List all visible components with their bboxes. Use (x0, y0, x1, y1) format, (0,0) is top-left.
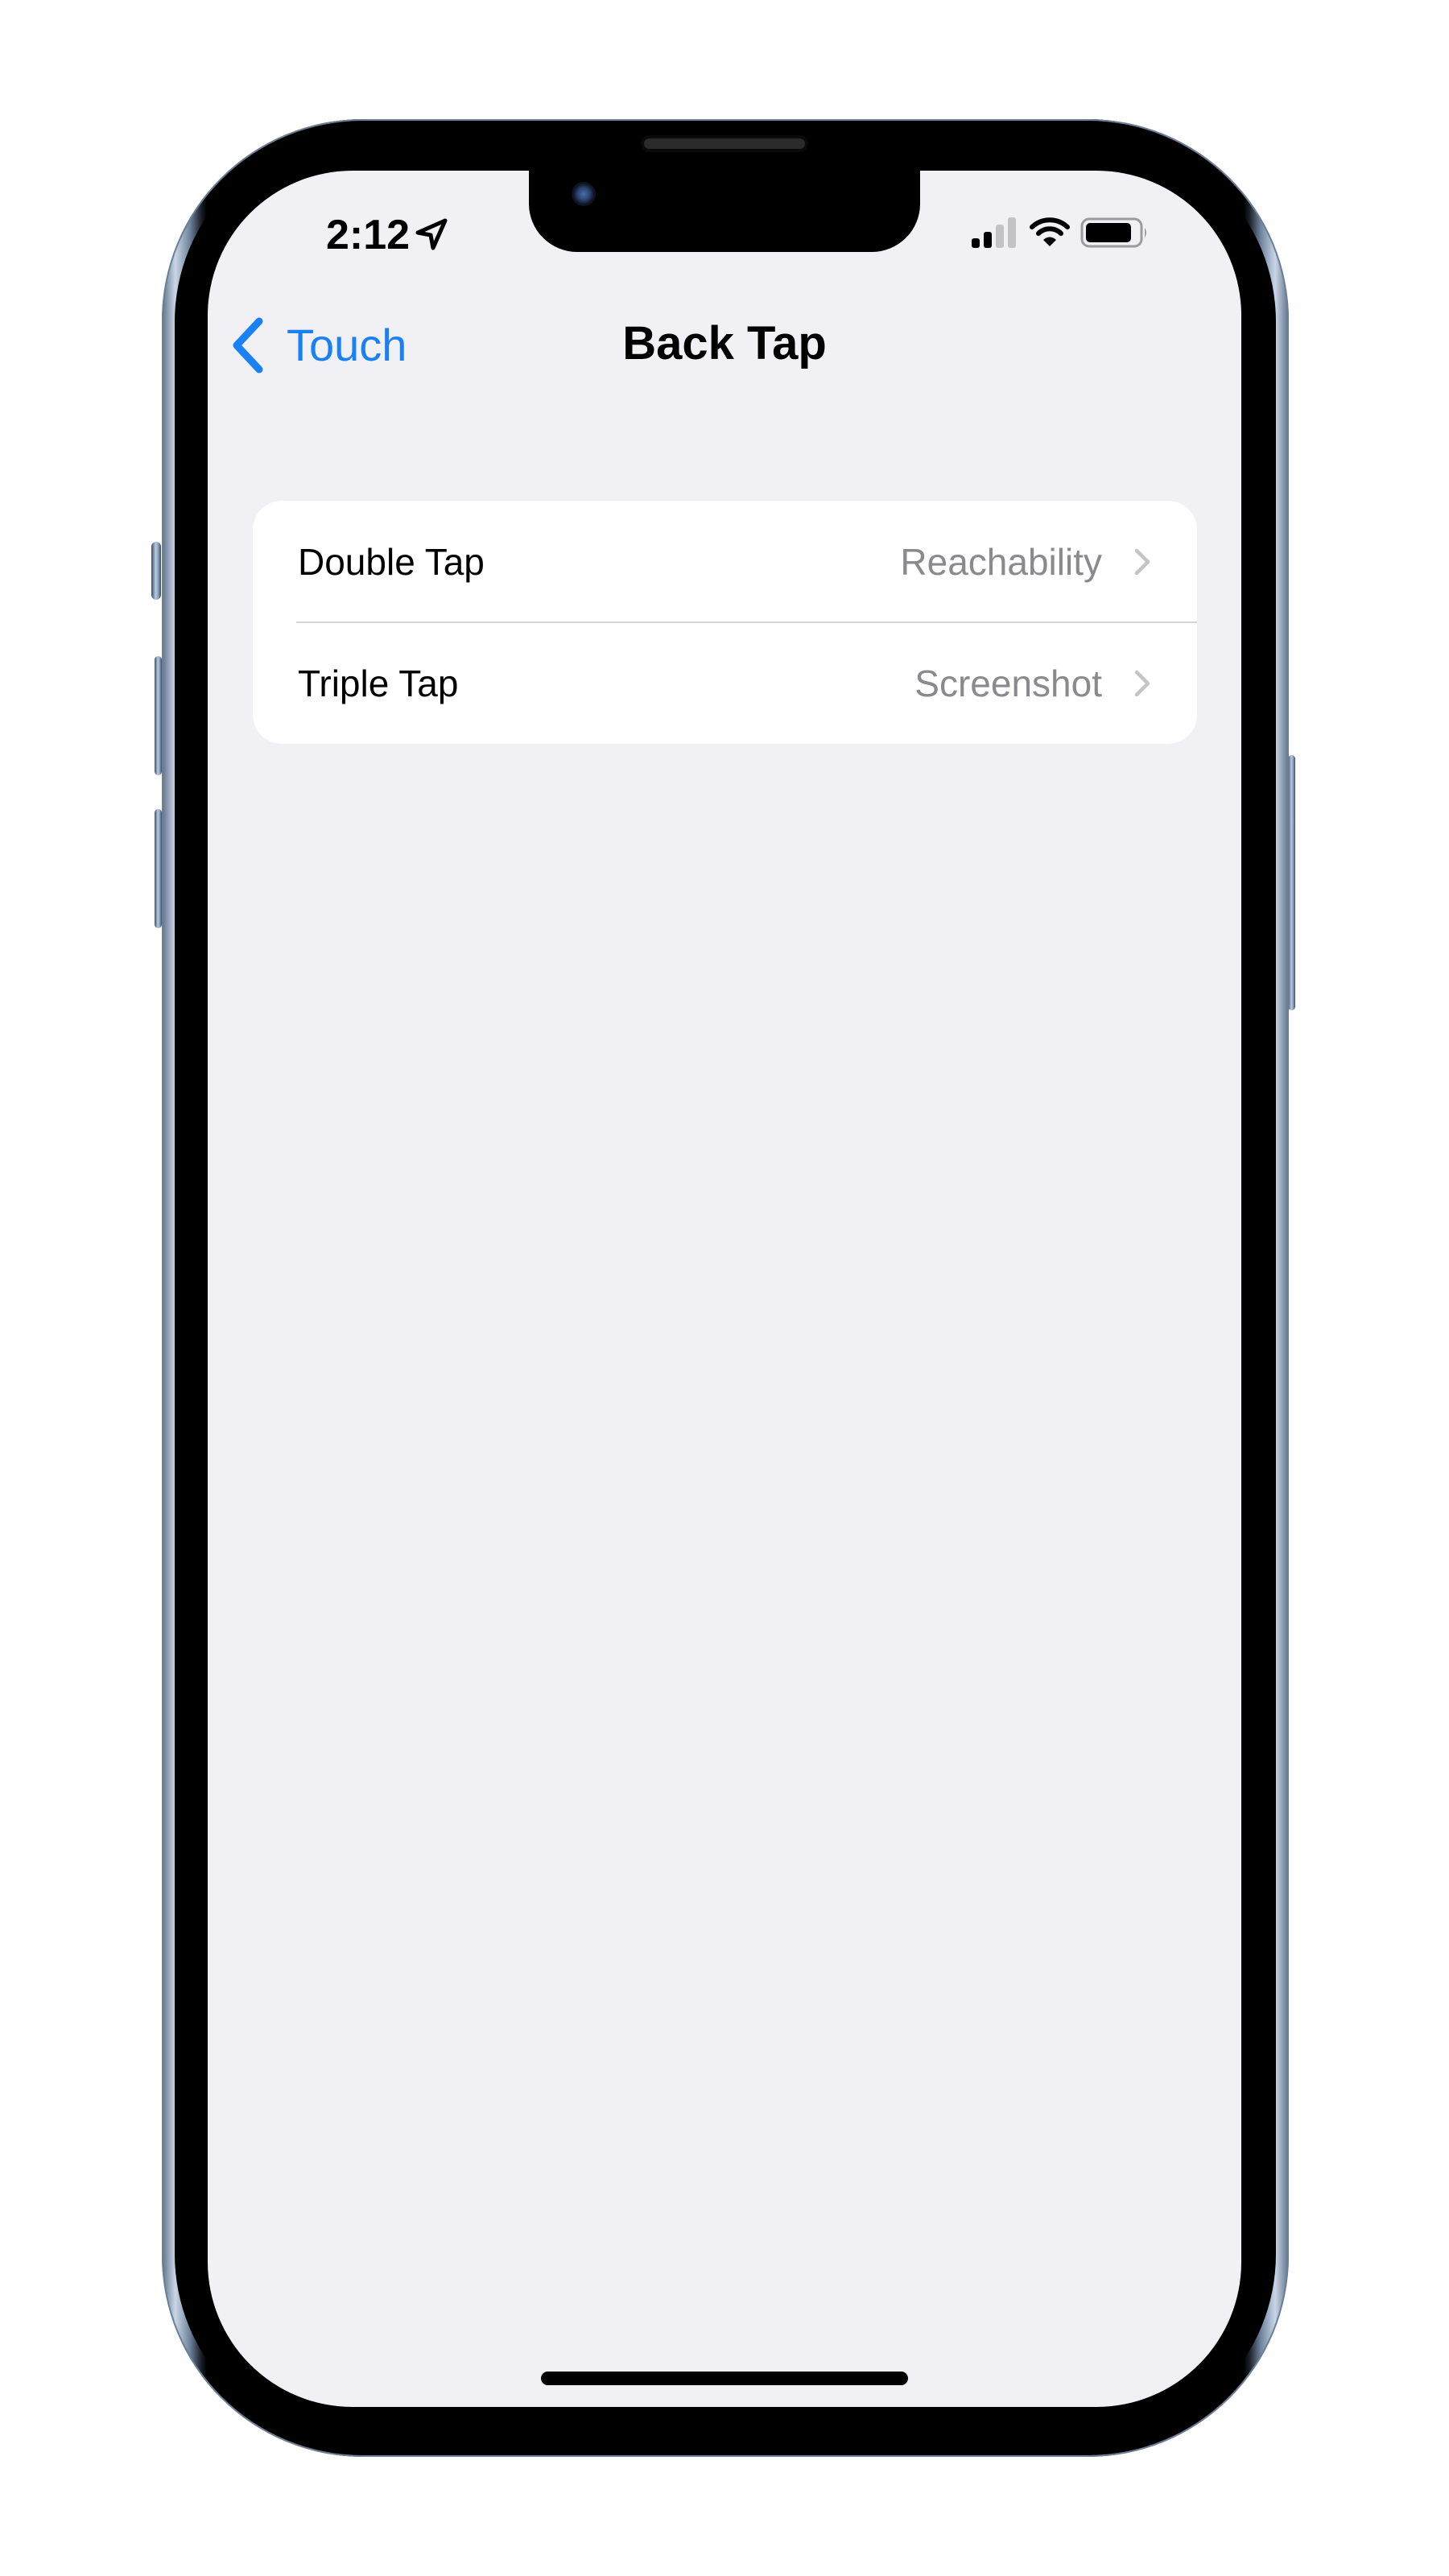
battery-icon (1080, 217, 1146, 248)
cellular-signal-icon (972, 217, 1016, 248)
back-tap-options-list: Double Tap Reachability Triple Tap Scree… (253, 501, 1197, 744)
wifi-icon (1030, 217, 1070, 246)
row-label: Triple Tap (298, 662, 459, 704)
row-value: Screenshot (914, 662, 1102, 704)
chevron-right-icon (1134, 548, 1150, 575)
notch (529, 161, 920, 252)
signal-bar-1 (972, 238, 980, 248)
double-tap-row[interactable]: Double Tap Reachability (253, 501, 1197, 622)
signal-bar-2 (984, 232, 992, 248)
home-indicator[interactable] (541, 2372, 908, 2385)
silent-switch (151, 542, 161, 600)
status-time: 2:12 (326, 212, 411, 258)
signal-bar-4 (1008, 217, 1016, 248)
earpiece-speaker (644, 138, 805, 149)
front-camera (572, 182, 596, 206)
triple-tap-row[interactable]: Triple Tap Screenshot (253, 622, 1197, 744)
row-label: Double Tap (298, 540, 485, 583)
side-power-button (1288, 755, 1295, 1010)
signal-bar-3 (996, 225, 1004, 248)
volume-up-button (155, 656, 162, 775)
page-title: Back Tap (622, 317, 827, 369)
location-arrow-icon (415, 218, 448, 250)
row-value: Reachability (900, 540, 1102, 583)
chevron-right-icon (1134, 670, 1150, 696)
volume-down-button (155, 809, 162, 928)
